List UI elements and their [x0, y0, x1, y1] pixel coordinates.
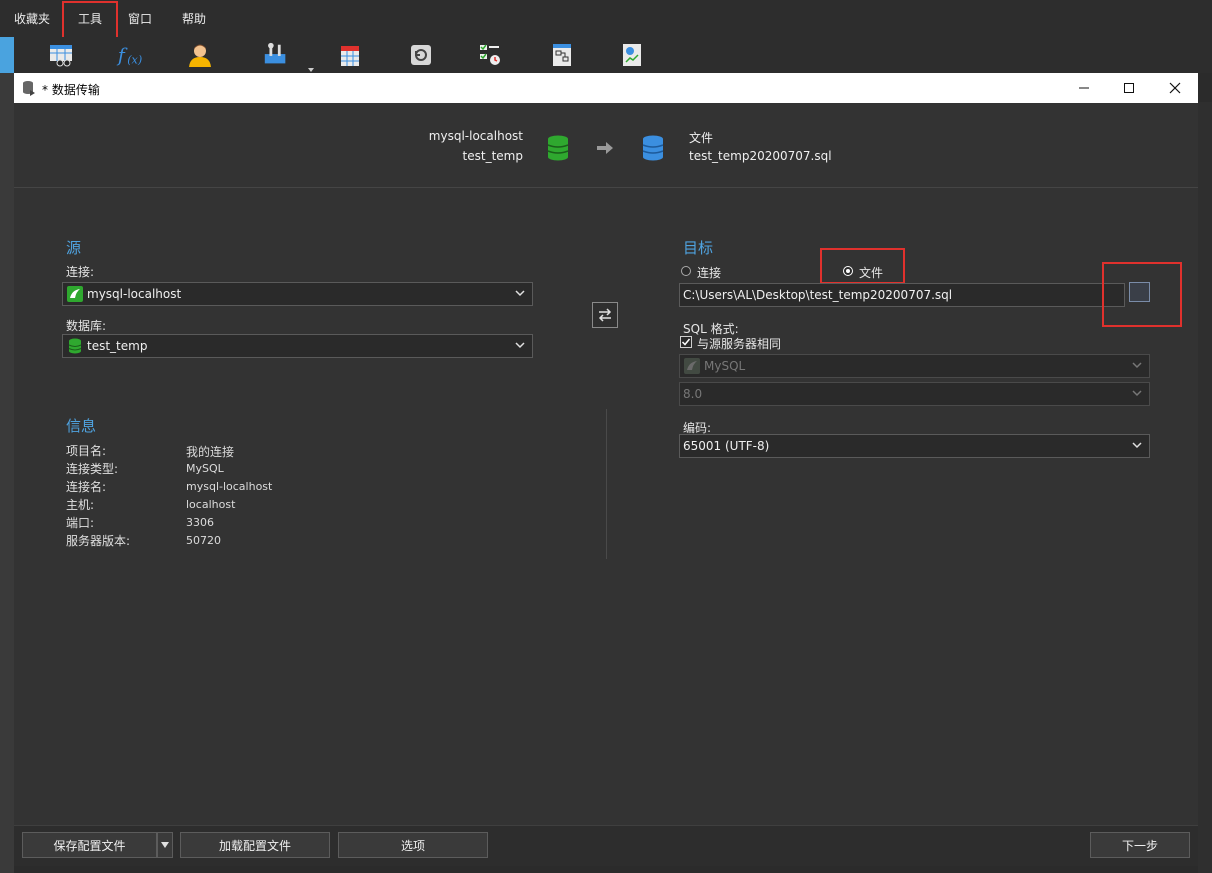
chevron-down-icon	[514, 339, 526, 351]
same-as-source-checkbox[interactable]	[680, 336, 692, 348]
target-connection-radio-label[interactable]: 连接	[697, 264, 721, 281]
dialog-titlebar: * 数据传输	[14, 73, 1198, 103]
model-icon[interactable]	[548, 41, 576, 69]
info-key: 端口:	[66, 516, 95, 530]
query-grid-icon[interactable]	[336, 41, 364, 69]
save-profile-dropdown-button[interactable]	[157, 832, 173, 858]
info-value: 我的连接	[186, 445, 235, 459]
user-icon[interactable]	[186, 41, 214, 69]
connection-label: 连接:	[66, 265, 95, 279]
toolbar: f (x)	[0, 37, 1212, 73]
maximize-button[interactable]	[1111, 77, 1147, 99]
menu-help[interactable]: 帮助	[182, 10, 206, 27]
highlight-file-option	[820, 248, 905, 284]
chart-icon[interactable]	[618, 41, 646, 69]
right-scrollbar[interactable]	[1198, 102, 1212, 873]
database-icon	[68, 338, 82, 357]
info-value: 3306	[186, 516, 214, 529]
restore-icon[interactable]	[407, 41, 435, 69]
tools-icon[interactable]	[262, 41, 290, 69]
function-icon[interactable]: f (x)	[116, 41, 144, 69]
tools-dropdown-icon[interactable]	[308, 61, 314, 72]
data-transfer-dialog: * 数据传输 mysql-localhost test_temp 文件 test…	[14, 73, 1198, 866]
chevron-down-icon	[1131, 439, 1143, 451]
source-database-icon	[547, 135, 569, 164]
info-value: localhost	[186, 498, 236, 511]
target-file-path-value: C:\Users\AL\Desktop\test_temp20200707.sq…	[683, 288, 953, 302]
info-value: 50720	[186, 534, 221, 547]
header-target-file: test_temp20200707.sql	[689, 149, 832, 163]
mysql-connection-icon	[67, 286, 83, 305]
svg-text:f: f	[116, 46, 128, 67]
server-version-value: 8.0	[683, 387, 703, 401]
same-as-source-label[interactable]: 与源服务器相同	[697, 335, 781, 352]
header-source-connection: mysql-localhost	[428, 129, 523, 143]
source-database-value: test_temp	[87, 339, 148, 353]
encoding-value: 65001 (UTF-8)	[683, 439, 770, 453]
menu-window[interactable]: 窗口	[128, 10, 152, 27]
mysql-server-icon	[684, 358, 700, 377]
source-section-title: 源	[66, 239, 82, 257]
data-transfer-icon	[22, 80, 36, 99]
source-connection-value: mysql-localhost	[87, 287, 182, 301]
next-button[interactable]: 下一步	[1090, 832, 1190, 858]
server-version-select[interactable]: 8.0	[679, 382, 1150, 406]
dialog-footer: 保存配置文件 加载配置文件 选项 下一步	[14, 825, 1198, 866]
database-label: 数据库:	[66, 319, 107, 333]
left-panel-selected	[0, 37, 14, 73]
checkmark-icon	[681, 338, 691, 346]
close-button[interactable]	[1157, 77, 1193, 99]
encoding-select[interactable]: 65001 (UTF-8)	[679, 434, 1150, 458]
chevron-down-icon	[1131, 359, 1143, 371]
target-section-title: 目标	[683, 239, 714, 257]
info-section-title: 信息	[66, 417, 97, 435]
load-profile-button[interactable]: 加载配置文件	[180, 832, 330, 858]
header-target-label: 文件	[689, 131, 714, 145]
menu-bar: 收藏夹 工具 窗口 帮助	[0, 0, 1212, 37]
source-database-select[interactable]: test_temp	[62, 334, 533, 358]
schedule-icon[interactable]	[476, 41, 504, 69]
dialog-title: * 数据传输	[42, 83, 100, 97]
chevron-down-icon	[161, 842, 169, 848]
info-key: 服务器版本:	[66, 534, 131, 548]
swap-button[interactable]	[592, 302, 618, 328]
source-connection-select[interactable]: mysql-localhost	[62, 282, 533, 306]
target-file-path-input[interactable]: C:\Users\AL\Desktop\test_temp20200707.sq…	[679, 283, 1125, 307]
menu-favorites[interactable]: 收藏夹	[14, 10, 50, 27]
highlight-browse-button	[1102, 262, 1182, 327]
header-source-database: test_temp	[462, 149, 523, 163]
server-type-value: MySQL	[704, 359, 746, 373]
transfer-arrow-icon	[597, 141, 613, 158]
minimize-button[interactable]	[1066, 77, 1102, 99]
info-key: 连接名:	[66, 480, 107, 494]
info-key: 项目名:	[66, 444, 107, 458]
target-connection-radio[interactable]	[681, 266, 691, 276]
info-value: mysql-localhost	[186, 480, 273, 493]
chevron-down-icon	[514, 287, 526, 299]
save-profile-button[interactable]: 保存配置文件	[22, 832, 157, 858]
server-type-select[interactable]: MySQL	[679, 354, 1150, 378]
transfer-summary-header: mysql-localhost test_temp 文件 test_temp20…	[14, 103, 1198, 188]
info-key: 连接类型:	[66, 462, 119, 476]
swap-icon	[598, 308, 612, 322]
info-key: 主机:	[66, 498, 95, 512]
chevron-down-icon	[1131, 387, 1143, 399]
left-panel-edge	[0, 37, 14, 873]
options-button[interactable]: 选项	[338, 832, 488, 858]
info-value: MySQL	[186, 462, 224, 475]
divider	[606, 409, 607, 559]
svg-text:(x): (x)	[127, 53, 142, 66]
target-database-icon	[642, 135, 664, 164]
table-icon[interactable]	[47, 41, 75, 69]
